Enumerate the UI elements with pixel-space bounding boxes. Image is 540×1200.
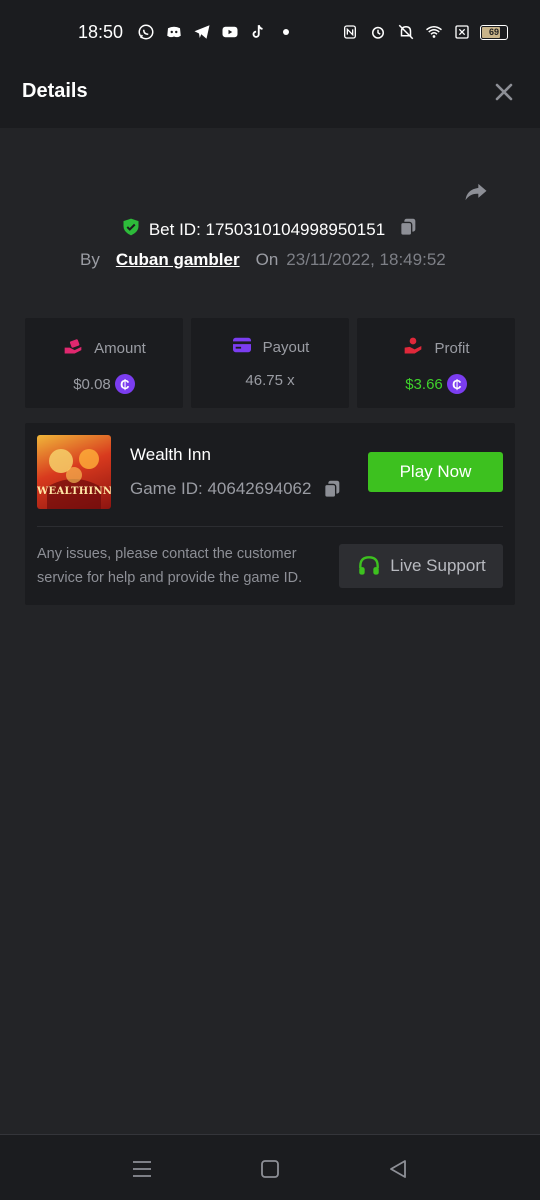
coin-icon: ₵ <box>446 374 467 394</box>
game-card: WEALTHINN Wealth Inn Game ID: 4064269406… <box>25 423 515 605</box>
game-logo-text: WEALTHINN <box>37 486 111 497</box>
close-box-icon <box>452 22 472 42</box>
stat-card-payout: Payout 46.75 x <box>191 318 349 408</box>
share-icon[interactable] <box>462 178 490 206</box>
home-icon[interactable] <box>258 1157 282 1181</box>
hand-coins-icon <box>62 336 84 360</box>
tiktok-icon <box>248 22 268 42</box>
stat-label: Payout <box>262 338 310 356</box>
play-now-button[interactable]: Play Now <box>368 452 503 492</box>
close-icon[interactable] <box>492 80 516 104</box>
status-bar: 18:50 69 <box>0 0 540 56</box>
battery-level: 69 <box>488 27 499 37</box>
live-support-label: Live Support <box>390 556 486 575</box>
bet-date: 23/11/2022, 18:49:52 <box>286 250 446 269</box>
youtube-icon <box>220 22 240 42</box>
bet-id-row: Bet ID: 1750310104998950151 <box>0 216 540 243</box>
system-nav-bar <box>0 1134 540 1200</box>
wifi-icon <box>424 22 444 42</box>
profit-hand-icon <box>402 336 424 360</box>
bet-stats: Amount $0.08 ₵ Payout 46.75 x Profit $3.… <box>25 318 515 408</box>
copy-game-id-icon[interactable] <box>321 478 343 500</box>
headset-icon <box>356 553 382 579</box>
notification-icons <box>136 22 296 42</box>
telegram-icon <box>192 22 212 42</box>
bet-meta-row: By Cuban gambler On 23/11/2022, 18:49:52 <box>80 250 446 270</box>
shield-check-icon <box>121 217 141 242</box>
stat-value: $3.66 <box>405 375 443 393</box>
page-title: Details <box>22 80 88 102</box>
divider <box>37 526 503 527</box>
bell-off-icon <box>396 22 416 42</box>
stat-value: 46.75 x <box>245 372 295 389</box>
coin-icon: ₵ <box>114 374 135 394</box>
stat-label: Amount <box>94 339 146 357</box>
game-id: Game ID: 40642694062 <box>130 479 312 498</box>
battery-icon: 69 <box>480 24 508 40</box>
status-time: 18:50 <box>78 22 124 42</box>
stat-card-profit: Profit $3.66 ₵ <box>357 318 515 408</box>
dot-icon <box>276 22 296 42</box>
bet-id: Bet ID: 1750310104998950151 <box>148 219 386 239</box>
back-icon[interactable] <box>386 1157 410 1181</box>
game-name: Wealth Inn <box>130 445 211 464</box>
whatsapp-icon <box>136 22 156 42</box>
system-icons: 69 <box>340 22 508 42</box>
copy-bet-id-icon[interactable] <box>397 216 419 243</box>
stat-label: Profit <box>434 339 470 357</box>
stat-card-amount: Amount $0.08 ₵ <box>25 318 183 408</box>
stat-value: $0.08 <box>73 375 111 393</box>
alarm-icon <box>368 22 388 42</box>
on-label: On <box>255 250 279 269</box>
card-icon <box>231 336 253 358</box>
live-support-button[interactable]: Live Support <box>339 544 503 588</box>
game-id-row: Game ID: 40642694062 <box>130 478 343 500</box>
game-thumbnail[interactable]: WEALTHINN <box>37 435 111 509</box>
details-header: Details <box>0 56 540 128</box>
nfc-icon <box>340 22 360 42</box>
menu-icon[interactable] <box>130 1157 154 1181</box>
by-label: By <box>80 250 100 269</box>
discord-icon <box>164 22 184 42</box>
username-link[interactable]: Cuban gambler <box>116 250 240 270</box>
help-text: Any issues, please contact the customer … <box>37 546 303 586</box>
